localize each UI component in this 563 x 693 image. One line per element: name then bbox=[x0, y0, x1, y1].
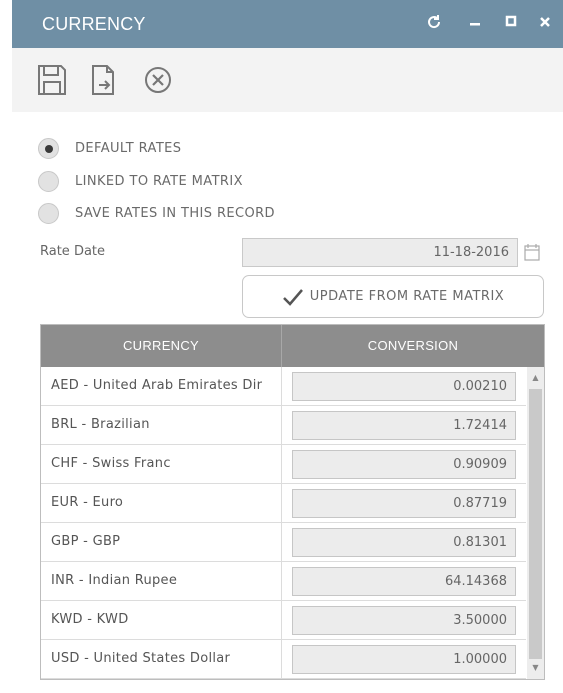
radio-linked-to-rate-matrix[interactable]: LINKED TO RATE MATRIX bbox=[38, 170, 243, 192]
table-row: KWD - KWD 3.50000 bbox=[41, 601, 526, 640]
radio-label: SAVE RATES IN THIS RECORD bbox=[75, 205, 275, 221]
currency-cell: BRL - Brazilian bbox=[41, 406, 282, 444]
table-row: AED - United Arab Emirates Dir 0.00210 bbox=[41, 367, 526, 406]
conversion-input[interactable]: 0.00210 bbox=[292, 372, 516, 401]
toolbar bbox=[12, 48, 563, 112]
radio-label: DEFAULT RATES bbox=[75, 140, 182, 156]
currency-cell: EUR - Euro bbox=[41, 484, 282, 522]
rate-date-input[interactable]: 11-18-2016 bbox=[242, 238, 518, 267]
refresh-icon[interactable] bbox=[425, 14, 443, 32]
currency-cell: INR - Indian Rupee bbox=[41, 562, 282, 600]
currency-cell: GBP - GBP bbox=[41, 523, 282, 561]
currency-cell: CHF - Swiss Franc bbox=[41, 445, 282, 483]
table-row: BRL - Brazilian 1.72414 bbox=[41, 406, 526, 445]
conversion-input[interactable]: 1.72414 bbox=[292, 411, 516, 440]
radio-save-rates-in-record[interactable]: SAVE RATES IN THIS RECORD bbox=[38, 202, 275, 224]
table-row: INR - Indian Rupee 64.14368 bbox=[41, 562, 526, 601]
radio-button[interactable] bbox=[38, 170, 59, 192]
minimize-icon[interactable] bbox=[466, 14, 484, 32]
table-row: USD - United States Dollar 1.00000 bbox=[41, 640, 526, 679]
table-row: CHF - Swiss Franc 0.90909 bbox=[41, 445, 526, 484]
conversion-input[interactable]: 3.50000 bbox=[292, 606, 516, 635]
table-row: EUR - Euro 0.87719 bbox=[41, 484, 526, 523]
radio-label: LINKED TO RATE MATRIX bbox=[75, 173, 243, 189]
update-from-rate-matrix-button[interactable]: UPDATE FROM RATE MATRIX bbox=[242, 275, 544, 318]
checkmark-icon bbox=[282, 288, 303, 306]
radio-default-rates[interactable]: DEFAULT RATES bbox=[38, 137, 181, 159]
conversion-input[interactable]: 64.14368 bbox=[292, 567, 516, 596]
currency-grid: CURRENCY CONVERSION AED - United Arab Em… bbox=[40, 324, 545, 680]
cancel-icon[interactable] bbox=[142, 63, 174, 97]
column-header-conversion[interactable]: CONVERSION bbox=[282, 325, 544, 367]
window-title: CURRENCY bbox=[42, 14, 146, 34]
window-titlebar: CURRENCY bbox=[12, 0, 563, 48]
rate-date-label: Rate Date bbox=[40, 244, 106, 259]
grid-scrollbar[interactable]: ▲ ▼ bbox=[527, 367, 544, 679]
scroll-thumb[interactable] bbox=[529, 389, 542, 659]
close-icon[interactable] bbox=[536, 14, 554, 32]
currency-cell: AED - United Arab Emirates Dir bbox=[41, 367, 282, 405]
column-header-currency[interactable]: CURRENCY bbox=[41, 325, 282, 367]
radio-button[interactable] bbox=[38, 137, 59, 159]
maximize-icon[interactable] bbox=[502, 14, 520, 32]
save-icon[interactable] bbox=[36, 63, 68, 97]
radio-button[interactable] bbox=[38, 202, 59, 224]
conversion-input[interactable]: 0.81301 bbox=[292, 528, 516, 557]
currency-cell: KWD - KWD bbox=[41, 601, 282, 639]
update-button-label: UPDATE FROM RATE MATRIX bbox=[309, 289, 505, 304]
scroll-down-icon[interactable]: ▼ bbox=[530, 663, 541, 673]
conversion-input[interactable]: 1.00000 bbox=[292, 645, 516, 674]
conversion-input[interactable]: 0.87719 bbox=[292, 489, 516, 518]
conversion-input[interactable]: 0.90909 bbox=[292, 450, 516, 479]
calendar-icon[interactable] bbox=[524, 243, 540, 261]
currency-cell: USD - United States Dollar bbox=[41, 640, 282, 678]
export-icon[interactable] bbox=[88, 63, 120, 97]
grid-header: CURRENCY CONVERSION bbox=[41, 325, 544, 367]
scroll-up-icon[interactable]: ▲ bbox=[530, 373, 541, 383]
table-row: GBP - GBP 0.81301 bbox=[41, 523, 526, 562]
